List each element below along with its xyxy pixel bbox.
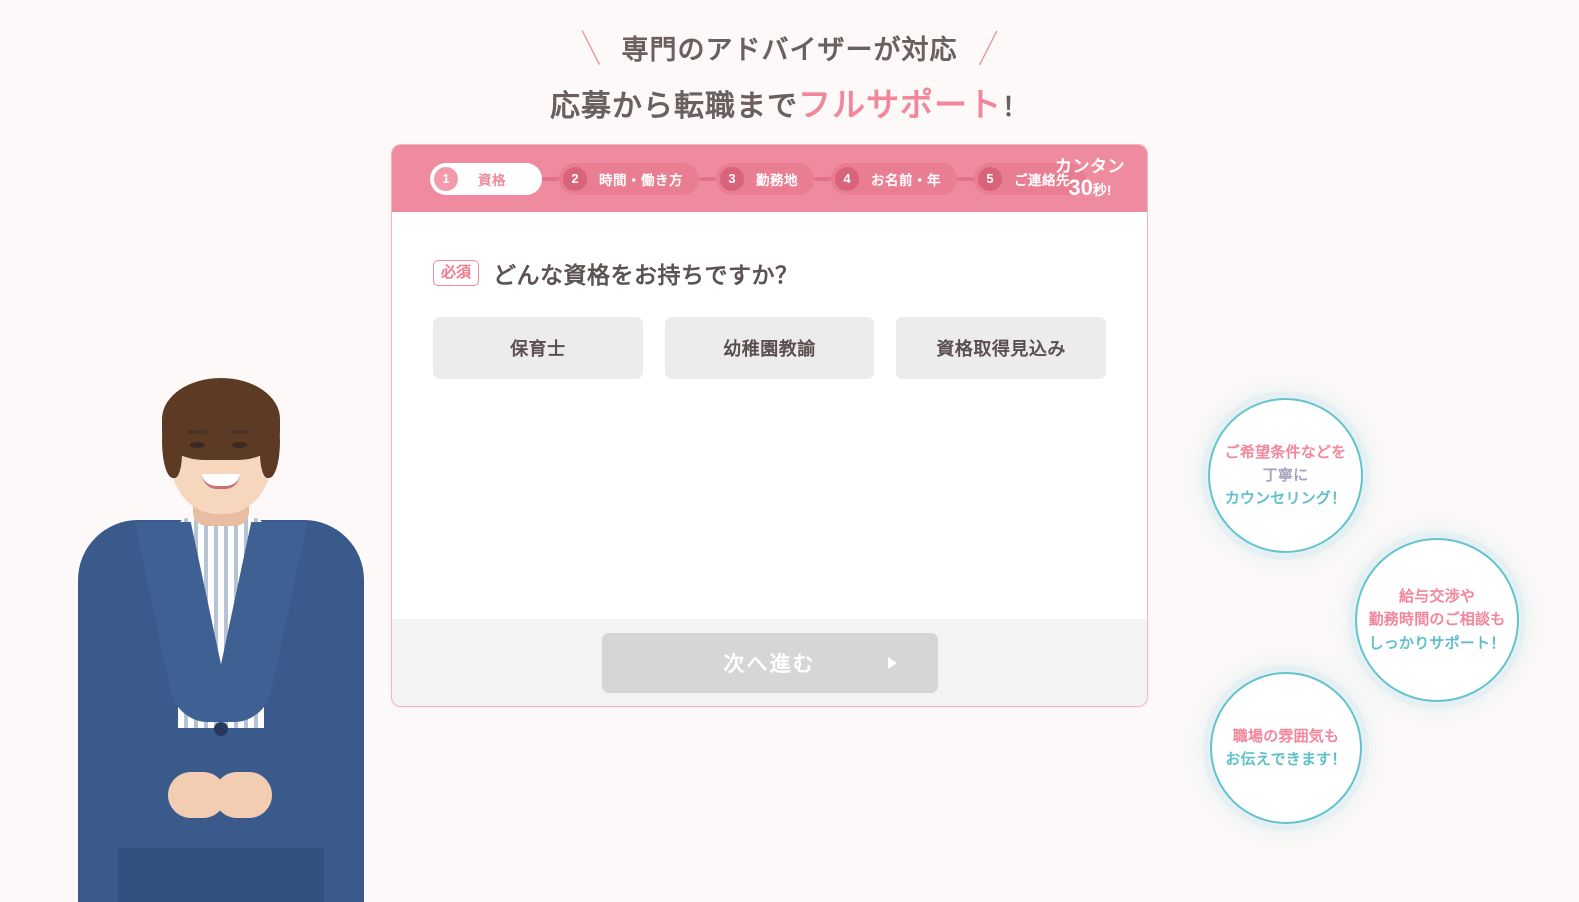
bubble-negotiation: 給与交渉や 勤務時間のご相談も しっかりサポート！: [1355, 538, 1519, 702]
option-button-youchien[interactable]: 幼稚園教諭: [664, 317, 875, 379]
step-list: 1 資格 2 時間・働き方 3 勤務地 4 お名前・年 5 ご連絡先: [430, 162, 1086, 195]
application-form-card: 1 資格 2 時間・働き方 3 勤務地 4 お名前・年 5 ご連絡先 カンタン …: [391, 144, 1148, 707]
easy-badge-line-2: 30秒!: [1055, 174, 1125, 201]
slash-right-icon: ／: [968, 29, 1009, 71]
advisor-jacket-button: [214, 722, 228, 736]
advisor-hair-left: [162, 410, 182, 478]
arrow-right-icon: [887, 656, 897, 669]
page-headline: ＼ 専門のアドバイザーが対応 ／ 応募から転職までフルサポート！: [0, 29, 1579, 127]
bubble-negotiation-line-2: 勤務時間のご相談も: [1368, 611, 1506, 629]
step-number-4: 4: [835, 166, 859, 191]
form-footer: 次へ進む: [392, 619, 1147, 706]
step-number-2: 2: [563, 166, 587, 191]
step-number-5: 5: [978, 166, 1002, 191]
headline-line-1: ＼ 専門のアドバイザーが対応 ／: [0, 29, 1579, 71]
bubble-negotiation-line-1: 給与交渉や: [1398, 588, 1475, 606]
next-step-label: 次へ進む: [723, 652, 816, 676]
step-item-1[interactable]: 1 資格: [430, 162, 542, 195]
bubble-workplace-mood-line-1: 職場の雰囲気も: [1232, 727, 1340, 745]
bubble-negotiation-line-3: しっかりサポート！: [1368, 634, 1506, 652]
advisor-brow-right: [230, 430, 250, 434]
step-connector-3: [814, 176, 831, 181]
easy-badge-number: 30: [1068, 174, 1093, 200]
headline-line-2-prefix: 応募から転職まで: [549, 89, 798, 123]
step-number-3: 3: [720, 166, 744, 191]
step-item-2[interactable]: 2 時間・働き方: [559, 162, 699, 195]
headline-line-2-suffix: ！: [1001, 91, 1029, 122]
qualification-options: 保育士 幼稚園教諭 資格取得見込み: [433, 317, 1107, 379]
advisor-hair-right: [260, 410, 280, 478]
advisor-photo: [60, 370, 380, 902]
bubble-workplace-mood-text: 職場の雰囲気も お伝えできます！: [1225, 725, 1346, 772]
required-badge: 必須: [433, 260, 480, 286]
advisor-brow-left: [187, 430, 207, 434]
step-number-1: 1: [434, 166, 458, 191]
bubble-counseling-line-2: 丁寧に: [1262, 466, 1309, 484]
step-connector-1: [542, 176, 559, 181]
advisor-eye-right: [232, 442, 247, 448]
bubble-workplace-mood-line-2: お伝えできます！: [1225, 751, 1347, 768]
question-row: 必須 どんな資格をお持ちですか？: [433, 256, 1106, 290]
step-label-3: 勤務地: [756, 172, 798, 188]
easy-time-badge: カンタン 30秒!: [1055, 157, 1125, 201]
bubble-counseling-line-3: カウンセリング！: [1224, 490, 1347, 508]
step-label-1: 資格: [478, 172, 506, 188]
advisor-eye-left: [190, 442, 205, 448]
headline-line-2: 応募から転職までフルサポート！: [0, 84, 1579, 127]
step-label-4: お名前・年: [871, 172, 941, 188]
step-item-3[interactable]: 3 勤務地: [716, 162, 814, 195]
question-text: どんな資格をお持ちですか？: [493, 262, 799, 288]
step-item-4[interactable]: 4 お名前・年: [831, 162, 957, 195]
option-button-hoikushi[interactable]: 保育士: [433, 317, 643, 379]
easy-badge-line-1: カンタン: [1055, 156, 1125, 176]
headline-line-1-text: 専門のアドバイザーが対応: [621, 35, 958, 66]
bubble-negotiation-text: 給与交渉や 勤務時間のご相談も しっかりサポート！: [1369, 585, 1506, 655]
option-button-shikaku-yotei[interactable]: 資格取得見込み: [896, 317, 1107, 379]
bubble-counseling: ご希望条件などを 丁寧に カウンセリング！: [1208, 398, 1363, 553]
next-step-button[interactable]: 次へ進む: [601, 632, 938, 693]
headline-line-2-accent: フルサポート: [797, 85, 1002, 123]
step-label-2: 時間・働き方: [599, 172, 683, 188]
bubble-workplace-mood: 職場の雰囲気も お伝えできます！: [1210, 672, 1362, 824]
advisor-hand-right: [214, 772, 272, 818]
bubble-counseling-line-1: ご希望条件などを: [1224, 443, 1347, 461]
step-connector-2: [699, 176, 716, 181]
step-connector-4: [957, 176, 974, 181]
step-indicator-bar: 1 資格 2 時間・働き方 3 勤務地 4 お名前・年 5 ご連絡先 カンタン …: [392, 145, 1147, 212]
bubble-counseling-text: ご希望条件などを 丁寧に カウンセリング！: [1225, 441, 1347, 511]
easy-badge-unit: 秒!: [1092, 181, 1112, 198]
slash-left-icon: ＼: [570, 29, 611, 71]
form-body: 必須 どんな資格をお持ちですか？ 保育士 幼稚園教諭 資格取得見込み: [392, 212, 1147, 688]
advisor-skirt: [118, 848, 324, 902]
